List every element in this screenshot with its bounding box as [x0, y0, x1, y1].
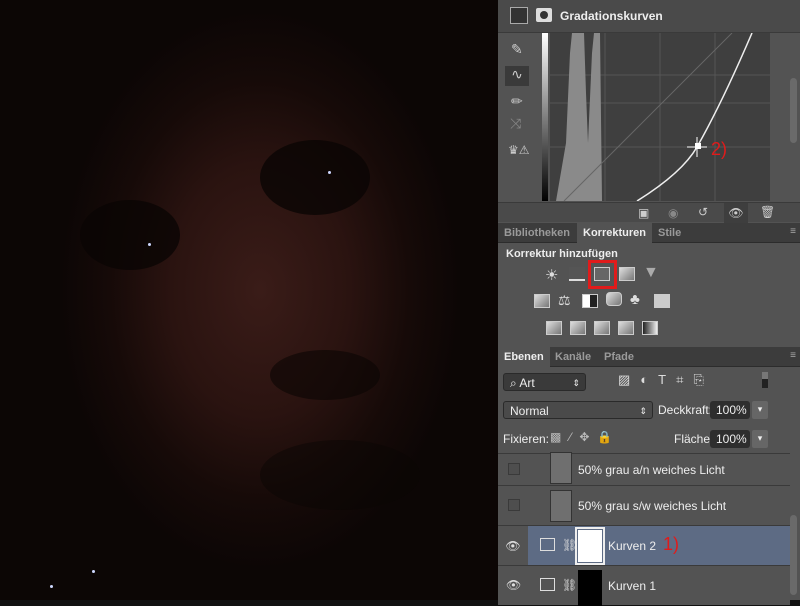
layer-row[interactable]: 50% grau s/w weiches Licht	[498, 485, 790, 525]
tab-bibliotheken[interactable]: Bibliotheken	[498, 223, 576, 243]
selective-color-icon[interactable]	[618, 321, 634, 335]
threshold-icon[interactable]	[594, 321, 610, 335]
clipping-warning-icon[interactable]: ♛⚠	[508, 143, 530, 157]
tab-ebenen[interactable]: Ebenen	[498, 347, 550, 367]
visibility-checkbox[interactable]	[508, 499, 520, 511]
mask-icon[interactable]	[536, 8, 552, 22]
pencil-icon[interactable]: ✏	[511, 93, 523, 110]
tab-stile[interactable]: Stile	[652, 223, 687, 243]
opacity-field[interactable]: 100%	[710, 401, 750, 419]
channel-mixer-icon[interactable]: ♣	[630, 291, 640, 308]
tab-korrekturen[interactable]: Korrekturen	[577, 223, 652, 243]
layer-row-selected[interactable]: 👁 ⛓ Kurven 2 1)	[498, 525, 790, 566]
lock-pixels-icon[interactable]: ⁄	[569, 430, 579, 444]
shape-filter-icon[interactable]: ⌗	[676, 372, 693, 387]
curves-adjustment-icon	[540, 578, 555, 591]
add-adjustment-label: Korrektur hinzufügen	[506, 248, 618, 260]
curves-highlight	[588, 260, 617, 289]
visibility-checkbox[interactable]	[508, 463, 520, 475]
layers-list: 50% grau a/n weiches Licht 50% grau s/w …	[498, 452, 800, 606]
layer-name: 50% grau a/n weiches Licht	[578, 462, 725, 477]
eye-icon[interactable]: 👁	[506, 578, 521, 592]
adjustments-tabbar: Bibliotheken Korrekturen Stile ≡	[498, 223, 800, 243]
fill-dropdown[interactable]: ▾	[752, 430, 768, 448]
properties-header: Gradationskurven	[498, 0, 800, 33]
smart-object-filter-icon[interactable]: ⎘	[693, 372, 713, 387]
layers-menu-icon[interactable]: ≡	[790, 350, 796, 361]
properties-footer: ▣ ◉ ↺ 👁 🗑	[498, 202, 800, 223]
annotation-2: 2)	[711, 139, 728, 159]
lock-position-icon[interactable]: ✥	[579, 430, 597, 444]
type-filter-icon[interactable]: T	[658, 372, 676, 387]
lock-icons: ▩⁄✥🔒	[550, 430, 620, 444]
canvas-image	[0, 0, 498, 600]
black-white-icon[interactable]	[582, 294, 598, 308]
layer-mask-thumbnail[interactable]	[575, 527, 605, 565]
filter-toggle[interactable]	[762, 372, 768, 388]
layer-name: 50% grau s/w weiches Licht	[578, 498, 727, 513]
layer-name: Kurven 2	[608, 539, 657, 553]
layer-name: Kurven 1	[608, 579, 657, 593]
curves-adjustment-icon	[540, 538, 555, 551]
annotation-1: 1)	[663, 534, 680, 554]
tab-kanaele[interactable]: Kanäle	[549, 347, 597, 367]
curves-icon[interactable]	[510, 7, 528, 24]
color-lookup-icon[interactable]	[654, 294, 670, 308]
vibrance-icon[interactable]: ▼	[643, 264, 659, 282]
properties-scrollbar[interactable]	[790, 78, 797, 143]
layers-scrollbar[interactable]	[790, 515, 797, 595]
photo-filter-icon[interactable]	[606, 292, 622, 306]
panel-menu-icon[interactable]: ≡	[790, 226, 796, 237]
visibility-icon[interactable]: 👁	[724, 203, 748, 223]
blend-mode-select[interactable]: Normal ⇕	[503, 401, 653, 419]
color-balance-icon[interactable]: ⚖	[558, 292, 571, 309]
eyedropper-icon[interactable]: ✎	[511, 41, 523, 58]
lock-all-icon[interactable]: 🔒	[597, 430, 620, 444]
curve-graph[interactable]	[542, 33, 778, 201]
delete-icon[interactable]: 🗑	[760, 205, 775, 219]
hue-saturation-icon[interactable]	[534, 294, 550, 308]
layers-tabbar: Ebenen Kanäle Pfade ≡	[498, 347, 800, 367]
right-panel: Gradationskurven ✎ ∿ ✏ ⤨ ♛⚠ 2) ▣ ◉ ↺ 👁 🗑…	[498, 0, 800, 606]
lock-label: Fixieren:	[503, 432, 550, 446]
link-icon[interactable]: ⛓	[562, 578, 577, 592]
adjustment-filter-icon[interactable]: ◐	[640, 372, 658, 387]
view-previous-icon[interactable]: ◉	[668, 206, 678, 220]
filter-icons: ▨◐T⌗⎘	[618, 372, 714, 388]
point-curve-icon[interactable]: ∿	[505, 66, 529, 86]
curve-tools: ✎ ∿ ✏ ⤨ ♛⚠	[498, 33, 538, 203]
opacity-dropdown[interactable]: ▾	[752, 401, 768, 419]
blend-mode-value: Normal	[510, 404, 549, 418]
exposure-icon[interactable]	[619, 267, 635, 281]
gradient-map-icon[interactable]	[642, 321, 658, 335]
layer-mask-thumbnail[interactable]	[578, 570, 602, 606]
link-icon[interactable]: ⛓	[562, 538, 577, 552]
filter-value: Art	[519, 376, 535, 390]
posterize-icon[interactable]	[570, 321, 586, 335]
levels-icon[interactable]	[569, 267, 585, 281]
reset-icon[interactable]: ↺	[698, 205, 708, 219]
brightness-icon[interactable]: ☀	[545, 266, 558, 284]
layer-filter-select[interactable]: ⌕ Art ⇕	[503, 373, 586, 391]
lock-transparency-icon[interactable]: ▩	[550, 430, 569, 444]
fill-label: Fläche:	[674, 432, 714, 446]
layer-row[interactable]: 50% grau a/n weiches Licht	[498, 452, 790, 485]
smooth-icon[interactable]: ⤨	[510, 115, 521, 132]
fill-field[interactable]: 100%	[710, 430, 750, 448]
tab-pfade[interactable]: Pfade	[598, 347, 640, 367]
opacity-label: Deckkraft:	[658, 403, 713, 417]
layer-thumbnail	[550, 452, 572, 484]
invert-icon[interactable]	[546, 321, 562, 335]
layer-row[interactable]: 👁 ⛓ Kurven 1	[498, 565, 790, 606]
layer-thumbnail	[550, 490, 572, 522]
properties-title: Gradationskurven	[560, 9, 663, 23]
eye-icon[interactable]: 👁	[498, 526, 528, 566]
image-filter-icon[interactable]: ▨	[618, 372, 640, 387]
clip-to-layer-icon[interactable]: ▣	[638, 206, 649, 220]
